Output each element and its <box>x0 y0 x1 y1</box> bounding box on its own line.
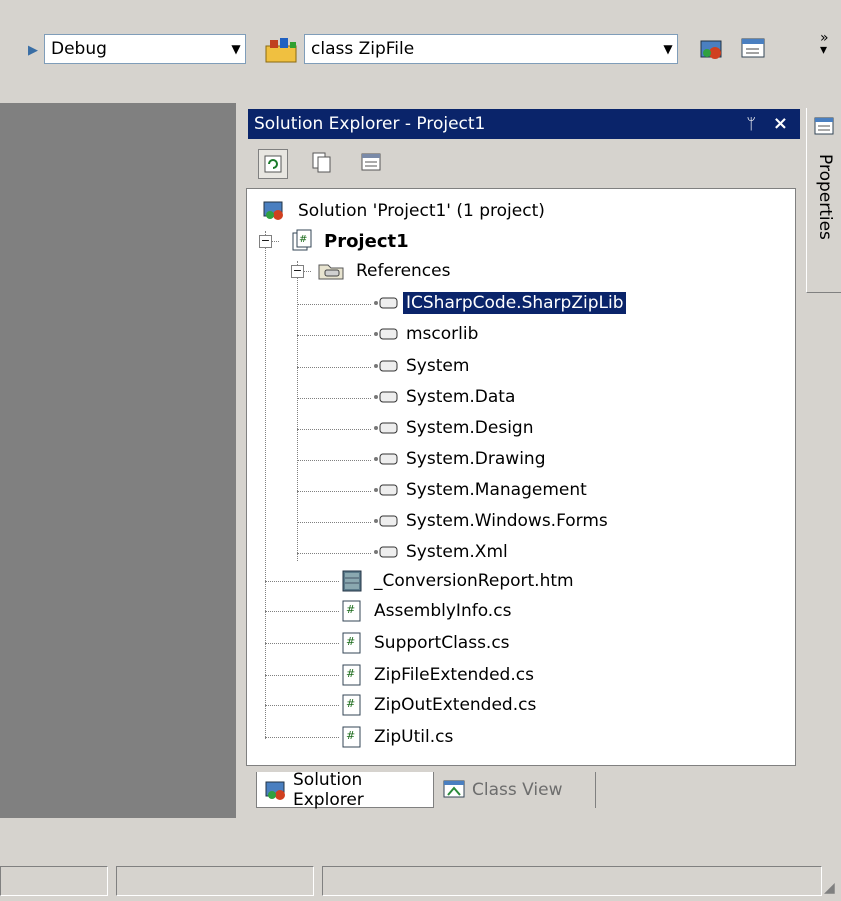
file-item[interactable]: _ConversionReport.htm <box>341 567 577 595</box>
reference-icon <box>373 513 399 529</box>
properties-side-tab[interactable]: Properties <box>806 108 841 293</box>
show-all-files-icon[interactable] <box>307 147 337 177</box>
tab-label: Solution Explorer <box>293 769 364 810</box>
reference-label: System <box>406 356 470 376</box>
reference-item[interactable]: System.Xml <box>373 538 511 566</box>
reference-label: System.Xml <box>406 542 508 562</box>
reference-item[interactable]: System <box>373 352 472 380</box>
status-panel <box>0 866 108 896</box>
toolbar: ▶ Debug ▼ class ZipFile ▼ » ▾ <box>0 0 841 102</box>
solution-explorer-icon <box>263 779 287 801</box>
status-bar: ◢ <box>0 860 841 901</box>
csharp-file-icon: # <box>341 663 363 687</box>
solution-tree: − − Solution 'Project1' (1 project) # Pr… <box>246 188 796 766</box>
svg-text:#: # <box>346 667 355 680</box>
reference-item[interactable]: System.Management <box>373 476 590 504</box>
editor-area <box>0 103 236 818</box>
file-label: ZipOutExtended.cs <box>374 695 537 715</box>
file-label: ZipUtil.cs <box>374 727 454 747</box>
svg-text:#: # <box>346 603 355 616</box>
svg-text:#: # <box>346 729 355 742</box>
reference-label: mscorlib <box>406 324 479 344</box>
properties-tab-label: Properties <box>815 154 835 240</box>
tab-class-view[interactable]: Class View <box>436 772 596 808</box>
properties-button[interactable] <box>736 32 770 64</box>
reference-icon <box>373 295 399 311</box>
properties-icon[interactable] <box>356 147 386 177</box>
svg-text:#: # <box>346 635 355 648</box>
resize-grip-icon[interactable]: ◢ <box>824 880 835 896</box>
class-browse-icon[interactable] <box>264 36 302 64</box>
project-node[interactable]: # Project1 <box>291 227 412 255</box>
file-item[interactable]: # ZipFileExtended.cs <box>341 661 537 689</box>
file-item[interactable]: # ZipUtil.cs <box>341 723 456 751</box>
solution-explorer-titlebar: Solution Explorer - Project1 ᛘ × <box>248 109 800 139</box>
reference-item[interactable]: System.Design <box>373 414 537 442</box>
pin-icon[interactable]: ᛘ <box>746 109 756 139</box>
collapse-references-icon[interactable]: − <box>291 265 304 278</box>
chevron-down-icon[interactable]: ▼ <box>659 35 677 63</box>
references-folder-icon <box>317 259 345 283</box>
status-panel <box>116 866 314 896</box>
reference-icon <box>373 326 399 342</box>
svg-text:#: # <box>346 697 355 710</box>
configuration-dropdown[interactable]: Debug ▼ <box>44 34 246 64</box>
solution-explorer-toolbar <box>258 147 400 181</box>
solution-explorer-button[interactable] <box>694 32 728 64</box>
configuration-value: Debug <box>51 39 107 59</box>
solution-label: Solution 'Project1' (1 project) <box>298 201 545 221</box>
file-item[interactable]: # SupportClass.cs <box>341 629 513 657</box>
csharp-file-icon: # <box>341 725 363 749</box>
reference-label: ICSharpCode.SharpZipLib <box>401 291 628 315</box>
reference-item[interactable]: System.Drawing <box>373 445 549 473</box>
reference-icon <box>373 544 399 560</box>
tab-solution-explorer[interactable]: Solution Explorer <box>256 769 434 810</box>
reference-label: System.Data <box>406 387 516 407</box>
svg-text:#: # <box>299 234 307 245</box>
reference-item[interactable]: ICSharpCode.SharpZipLib <box>373 289 628 317</box>
status-panel <box>322 866 822 896</box>
solution-node[interactable]: Solution 'Project1' (1 project) <box>261 197 548 225</box>
reference-label: System.Management <box>406 480 587 500</box>
file-item[interactable]: # AssemblyInfo.cs <box>341 597 514 625</box>
reference-item[interactable]: System.Data <box>373 383 518 411</box>
solution-icon <box>261 199 287 223</box>
toolbar-overflow-icon[interactable]: » ▾ <box>820 31 829 57</box>
play-arrow-icon: ▶ <box>28 43 38 58</box>
file-label: SupportClass.cs <box>374 633 510 653</box>
reference-item[interactable]: mscorlib <box>373 320 481 348</box>
close-icon[interactable]: × <box>773 109 788 139</box>
reference-icon <box>373 420 399 436</box>
reference-label: System.Drawing <box>406 449 546 469</box>
file-item[interactable]: # ZipOutExtended.cs <box>341 691 539 719</box>
csharp-file-icon: # <box>341 631 363 655</box>
file-label: _ConversionReport.htm <box>374 571 574 591</box>
reference-icon <box>373 389 399 405</box>
file-label: ZipFileExtended.cs <box>374 665 534 685</box>
explorer-tabs: Solution Explorer Class View <box>246 769 798 812</box>
chevron-down-icon[interactable]: ▼ <box>227 35 245 63</box>
reference-icon <box>373 358 399 374</box>
class-view-icon <box>442 779 466 801</box>
class-value: class ZipFile <box>311 39 415 59</box>
project-label: Project1 <box>324 230 409 252</box>
class-dropdown[interactable]: class ZipFile ▼ <box>304 34 678 64</box>
file-label: AssemblyInfo.cs <box>374 601 512 621</box>
reference-item[interactable]: System.Windows.Forms <box>373 507 611 535</box>
reference-label: System.Design <box>406 418 534 438</box>
tab-label: Class View <box>472 780 563 800</box>
collapse-project-icon[interactable]: − <box>259 235 272 248</box>
csharp-project-icon: # <box>291 229 313 253</box>
csharp-file-icon: # <box>341 693 363 717</box>
properties-tab-icon <box>813 114 837 144</box>
references-node[interactable]: References <box>317 257 453 285</box>
references-label: References <box>356 261 451 281</box>
reference-icon <box>373 482 399 498</box>
refresh-icon[interactable] <box>258 149 288 179</box>
solution-explorer-title: Solution Explorer - Project1 <box>254 114 486 134</box>
reference-icon <box>373 451 399 467</box>
reference-label: System.Windows.Forms <box>406 511 608 531</box>
csharp-file-icon: # <box>341 599 363 623</box>
html-file-icon <box>341 569 363 593</box>
